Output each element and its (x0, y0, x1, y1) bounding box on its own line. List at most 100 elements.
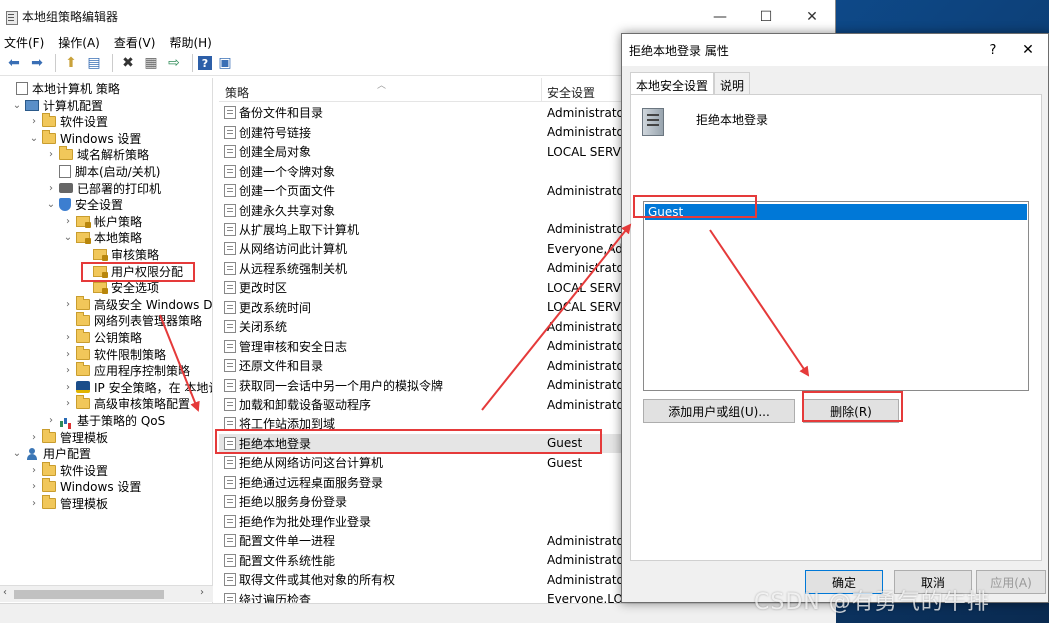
add-user-or-group-button[interactable]: 添加用户或组(U)... (643, 399, 795, 423)
policy-icon (224, 514, 236, 528)
chevron-right-icon[interactable]: › (28, 116, 40, 127)
properties-icon[interactable]: ▦ (141, 53, 161, 73)
back-icon[interactable]: ⬅ (4, 53, 24, 73)
tree-item[interactable]: › 公钥策略 (62, 329, 142, 346)
member-item[interactable]: Guest (645, 204, 1027, 220)
chevron-right-icon[interactable]: › (45, 183, 57, 194)
tree-item[interactable]: › 软件设置 (28, 461, 108, 479)
tab-local-security-setting[interactable]: 本地安全设置 (630, 72, 715, 95)
tree-item[interactable]: › IP 安全策略，在 本地计算 (62, 379, 212, 396)
policy-security-setting: Everyone,Ad (547, 241, 623, 256)
tree-item-label: 计算机配置 (43, 98, 104, 113)
tree-item[interactable]: › 管理模板 (28, 495, 108, 512)
policy-security-setting: Administrators (547, 358, 629, 373)
chevron-right-icon[interactable]: › (62, 332, 74, 343)
column-header-policy[interactable]: 策略 (225, 84, 249, 101)
tree-item[interactable]: ⌄ 计算机配置 (11, 97, 103, 114)
chevron-down-icon[interactable]: ⌄ (11, 448, 23, 459)
chevron-down-icon[interactable]: ⌄ (45, 199, 57, 210)
tree-item[interactable]: ⌄ 安全设置 (45, 196, 123, 213)
up-icon[interactable]: ⬆ (61, 53, 81, 73)
policy-icon (224, 320, 236, 334)
tree-item-label: 管理模板 (60, 497, 109, 511)
maximize-button[interactable]: ☐ (743, 0, 789, 33)
policy-icon (224, 125, 236, 139)
scrollbar-thumb[interactable] (14, 590, 164, 599)
chevron-right-icon[interactable]: › (62, 349, 74, 360)
tree-item[interactable]: ⌄ 本地策略 (62, 229, 142, 246)
policy-security-setting: Administrators (547, 222, 629, 237)
chevron-right-icon[interactable]: › (28, 498, 40, 509)
menu-file[interactable]: 文件(F) (4, 34, 44, 51)
dialog-close-button[interactable]: ✕ (1008, 42, 1048, 58)
tree-item[interactable]: › Windows 设置 (28, 478, 141, 495)
view-icon[interactable]: ▣ (215, 53, 235, 73)
tree-item[interactable]: › 帐户策略 (62, 213, 142, 230)
dialog-help-button[interactable]: ? (978, 43, 1008, 58)
policy-name: 从扩展坞上取下计算机 (239, 222, 360, 237)
chevron-right-icon[interactable]: › (28, 432, 40, 443)
chevron-down-icon[interactable]: ⌄ (62, 232, 74, 243)
menu-action[interactable]: 操作(A) (58, 34, 100, 51)
tree-item[interactable]: › 基于策略的 QoS (45, 412, 165, 429)
tree-horizontal-scrollbar[interactable]: ‹ › (0, 585, 213, 602)
tree-item[interactable]: › 高级审核策略配置 (62, 395, 190, 412)
tree-item-label: 软件设置 (60, 115, 109, 130)
tree-item[interactable]: 网络列表管理器策略 (62, 312, 202, 329)
title-bar: 本地组策略编辑器 — ☐ ✕ (0, 0, 835, 33)
tree-item[interactable]: › 域名解析策略 (45, 146, 149, 163)
column-header-security-setting[interactable]: 安全设置 (547, 84, 595, 101)
tree-item[interactable]: › 应用程序控制策略 (62, 362, 190, 379)
policy-security-setting: Administrators (547, 397, 629, 412)
chevron-down-icon[interactable]: ⌄ (11, 100, 23, 111)
tree-item[interactable]: ⌄ Windows 设置 (28, 129, 141, 147)
tree-item[interactable]: › 高级安全 Windows Defe (62, 295, 212, 313)
tree-item[interactable]: › 软件限制策略 (62, 345, 166, 363)
close-button[interactable]: ✕ (789, 0, 835, 33)
chevron-right-icon[interactable]: › (45, 149, 57, 160)
chevron-right-icon[interactable]: › (62, 216, 74, 227)
tree-item-label: 应用程序控制策略 (94, 364, 191, 379)
tree-item[interactable]: 脚本(启动/关机) (45, 163, 160, 180)
tree-item-label: IP 安全策略，在 本地计算 (94, 380, 212, 395)
policy-name: 将工作站添加到域 (239, 417, 336, 432)
help-icon[interactable]: ? (198, 56, 212, 70)
chevron-right-icon[interactable]: › (62, 299, 74, 310)
scroll-left-icon[interactable]: ‹ (3, 587, 7, 598)
policy-icon (224, 261, 236, 275)
tree-item-label: 帐户策略 (94, 214, 143, 229)
tree-item[interactable]: 审核策略 (79, 246, 159, 263)
tree-item[interactable]: 本地计算机 策略 (2, 80, 120, 97)
minimize-button[interactable]: — (697, 0, 743, 33)
policy-icon (224, 573, 236, 587)
tree-item[interactable]: 安全选项 (79, 279, 159, 296)
forward-icon[interactable]: ➡ (27, 53, 47, 73)
export-icon[interactable]: ⇨ (164, 53, 184, 73)
show-hide-tree-icon[interactable]: ▤ (84, 53, 104, 73)
lockfolder-icon (93, 249, 108, 261)
tree-item[interactable]: › 已部署的打印机 (45, 180, 161, 197)
tree-item[interactable]: 用户权限分配 (79, 263, 183, 280)
folder-icon (42, 461, 56, 476)
chevron-right-icon[interactable]: › (28, 465, 40, 476)
menu-help[interactable]: 帮助(H) (169, 34, 211, 51)
chevron-right-icon[interactable]: › (28, 481, 40, 492)
chevron-down-icon[interactable]: ⌄ (28, 133, 40, 144)
column-divider[interactable] (541, 78, 542, 102)
chevron-right-icon[interactable]: › (62, 365, 74, 376)
tab-explain[interactable]: 说明 (714, 72, 751, 94)
chevron-right-icon[interactable]: › (62, 398, 74, 409)
tree-item[interactable]: ⌄ 用户配置 (11, 445, 91, 462)
remove-button[interactable]: 删除(R) (803, 399, 899, 423)
scroll-right-icon[interactable]: › (200, 587, 204, 598)
delete-icon[interactable]: ✖ (118, 53, 138, 73)
doc-icon (59, 165, 71, 178)
policy-name: 创建符号链接 (239, 125, 312, 140)
tree-item[interactable]: › 管理模板 (28, 428, 108, 446)
tree-item[interactable]: › 软件设置 (28, 113, 108, 130)
tree-item-label: 安全选项 (111, 281, 160, 296)
menu-view[interactable]: 查看(V) (114, 34, 156, 51)
chevron-right-icon[interactable]: › (45, 415, 57, 426)
members-listbox[interactable]: Guest (643, 201, 1029, 391)
chevron-right-icon[interactable]: › (62, 382, 74, 393)
